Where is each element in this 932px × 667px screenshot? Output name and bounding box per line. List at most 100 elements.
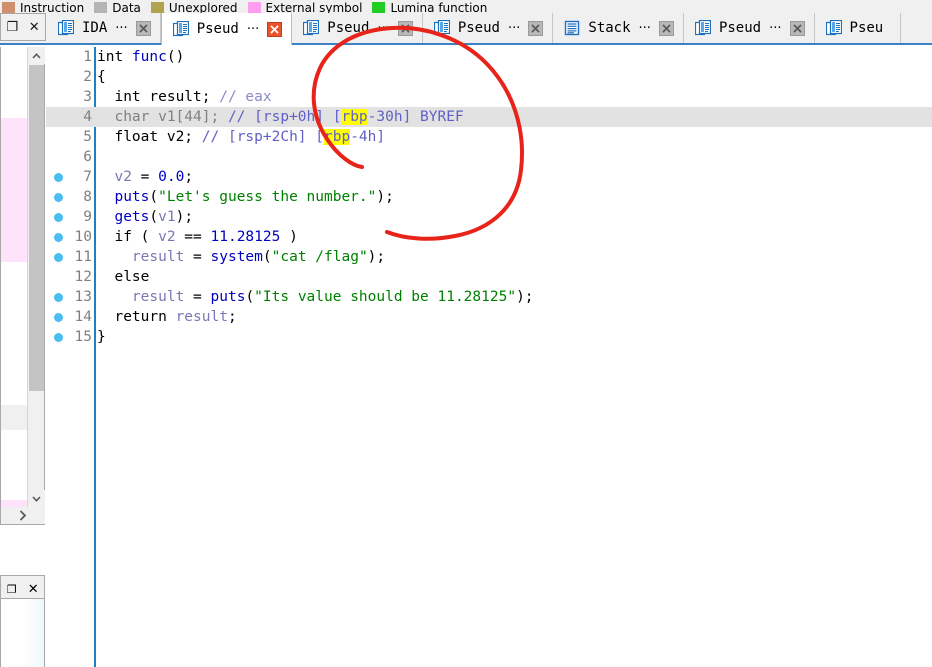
code-token: 0.0: [158, 169, 185, 185]
tab-close-button[interactable]: [397, 20, 413, 36]
close-window-icon[interactable]: ✕: [29, 21, 40, 34]
close-window-icon[interactable]: ✕: [28, 578, 38, 597]
code-line[interactable]: 5 float v2; // [rsp+2Ch] [rbp-4h]: [46, 127, 932, 147]
tab-label: Pseud: [327, 20, 370, 36]
legend-color-swatch: [247, 2, 261, 13]
navigator-expand-button[interactable]: [1, 507, 45, 524]
tab-close-button[interactable]: [658, 20, 674, 36]
tab-pseud-5[interactable]: Pseud ···: [683, 13, 815, 43]
code-token: }: [97, 329, 106, 345]
tab-pseud-2[interactable]: Pseud ···: [292, 13, 423, 43]
pseudocode-editor[interactable]: 1 int func() 2{3 int result; // eax 4 char …: [46, 47, 932, 667]
tab-stack-4[interactable]: Stack ···: [553, 13, 684, 43]
code-line[interactable]: 4 char v1[44]; // [rsp+0h] [rbp-30h] BYR…: [46, 107, 932, 127]
line-code-text: char v1[44]; // [rsp+0h] [rbp-30h] BYREF: [97, 107, 464, 127]
document-pages-icon: [694, 20, 711, 36]
legend-label: Data: [112, 1, 141, 13]
legend-color-swatch: [94, 2, 108, 13]
scroll-down-arrow-icon[interactable]: [28, 490, 45, 507]
legend-item: Lumina function: [372, 2, 487, 13]
lower-panel-window-controls[interactable]: ❐ ✕: [0, 575, 45, 599]
code-line[interactable]: 7 v2 = 0.0;: [46, 167, 932, 187]
tab-close-button[interactable]: [135, 20, 151, 36]
tab-close-button[interactable]: [528, 20, 544, 36]
tab-pseu-6[interactable]: Pseu: [814, 13, 902, 43]
code-token: return: [97, 309, 176, 325]
line-code-text: {: [97, 67, 106, 87]
code-line[interactable]: 8 puts("Let's guess the number.");: [46, 187, 932, 207]
code-token: gets: [114, 209, 150, 225]
navigator-scrollbar[interactable]: [27, 47, 45, 524]
code-line[interactable]: 11 result = system("cat /flag");: [46, 247, 932, 267]
code-line[interactable]: 10 if ( v2 == 11.28125 ): [46, 227, 932, 247]
tab-ellipsis: ···: [769, 20, 782, 36]
code-token: );: [367, 249, 386, 265]
scroll-up-arrow-icon[interactable]: [28, 47, 45, 64]
navigator-segment[interactable]: [1, 430, 28, 500]
tab-label: Pseu: [849, 20, 884, 36]
navigator-segment[interactable]: [1, 405, 28, 430]
code-token: func: [131, 49, 167, 65]
tab-ida-0[interactable]: IDA ···: [47, 13, 161, 43]
code-token: result: [131, 289, 185, 305]
code-line[interactable]: 6: [46, 147, 932, 167]
code-token: v2: [158, 229, 176, 245]
code-line[interactable]: 12 else: [46, 267, 932, 287]
document-pages-icon: [825, 20, 842, 36]
line-code-text: puts("Let's guess the number.");: [97, 187, 393, 207]
line-number: 11: [74, 249, 92, 265]
ida-pseudocode-window: Instruction Data Unexplored External symbol…: [0, 0, 932, 667]
code-token: float v2;: [97, 129, 202, 145]
tab-close-button[interactable]: [789, 20, 805, 36]
restore-window-icon[interactable]: ❐: [7, 578, 17, 597]
code-token: if (: [97, 229, 159, 245]
stack-lines-icon: [565, 20, 580, 36]
code-token: "Its value should be 11.28125": [254, 289, 517, 305]
navigator-segment[interactable]: [1, 118, 28, 262]
navigator-scroll-thumb[interactable]: [29, 65, 44, 391]
code-token: char v1[44];: [97, 109, 228, 125]
code-line[interactable]: 2{: [46, 67, 932, 87]
code-token: result: [175, 309, 228, 325]
code-line[interactable]: 3 int result; // eax: [46, 87, 932, 107]
tab-close-button[interactable]: [267, 21, 283, 37]
code-line[interactable]: 15}: [46, 327, 932, 347]
tab-ellipsis: ···: [377, 20, 390, 36]
line-number: 15: [74, 329, 92, 345]
close-icon: [531, 24, 540, 32]
code-line[interactable]: 1 int func(): [46, 47, 932, 67]
legend-label: External symbol: [265, 1, 363, 13]
close-icon: [139, 24, 148, 32]
tab-pseud-1[interactable]: Pseud ···: [160, 13, 293, 45]
line-code-text: float v2; // [rsp+2Ch] [rbp-4h]: [97, 127, 385, 147]
line-number: 2: [83, 69, 92, 85]
code-token: ==: [175, 229, 211, 245]
tab-ellipsis: ···: [638, 20, 651, 36]
line-code-text: gets(v1);: [97, 207, 193, 227]
line-code-text: v2 = 0.0;: [97, 167, 193, 187]
close-icon: [793, 24, 801, 32]
legend-item: External symbol: [247, 1, 363, 13]
code-token: else: [97, 269, 150, 285]
line-number: 6: [83, 149, 92, 165]
line-code-text: result = puts("Its value should be 11.28…: [97, 287, 534, 307]
navigator-segment[interactable]: [1, 47, 28, 118]
code-token: puts: [114, 189, 150, 205]
code-token: {: [97, 69, 106, 85]
code-token: int result;: [97, 89, 220, 105]
navigator-segment[interactable]: [1, 262, 28, 405]
line-number: 7: [83, 169, 92, 185]
code-token: (: [262, 249, 272, 265]
line-number: 14: [74, 309, 92, 325]
navigator-color-band[interactable]: [1, 47, 28, 524]
code-line[interactable]: 9 gets(v1);: [46, 207, 932, 227]
restore-window-icon[interactable]: ❐: [6, 21, 18, 34]
code-line[interactable]: 13 result = puts("Its value should be 11…: [46, 287, 932, 307]
code-line[interactable]: 14 return result;: [46, 307, 932, 327]
tab-pseud-3[interactable]: Pseud ···: [422, 13, 554, 43]
panel-window-controls[interactable]: ❐ ✕: [0, 13, 46, 41]
code-token: =: [131, 169, 159, 185]
